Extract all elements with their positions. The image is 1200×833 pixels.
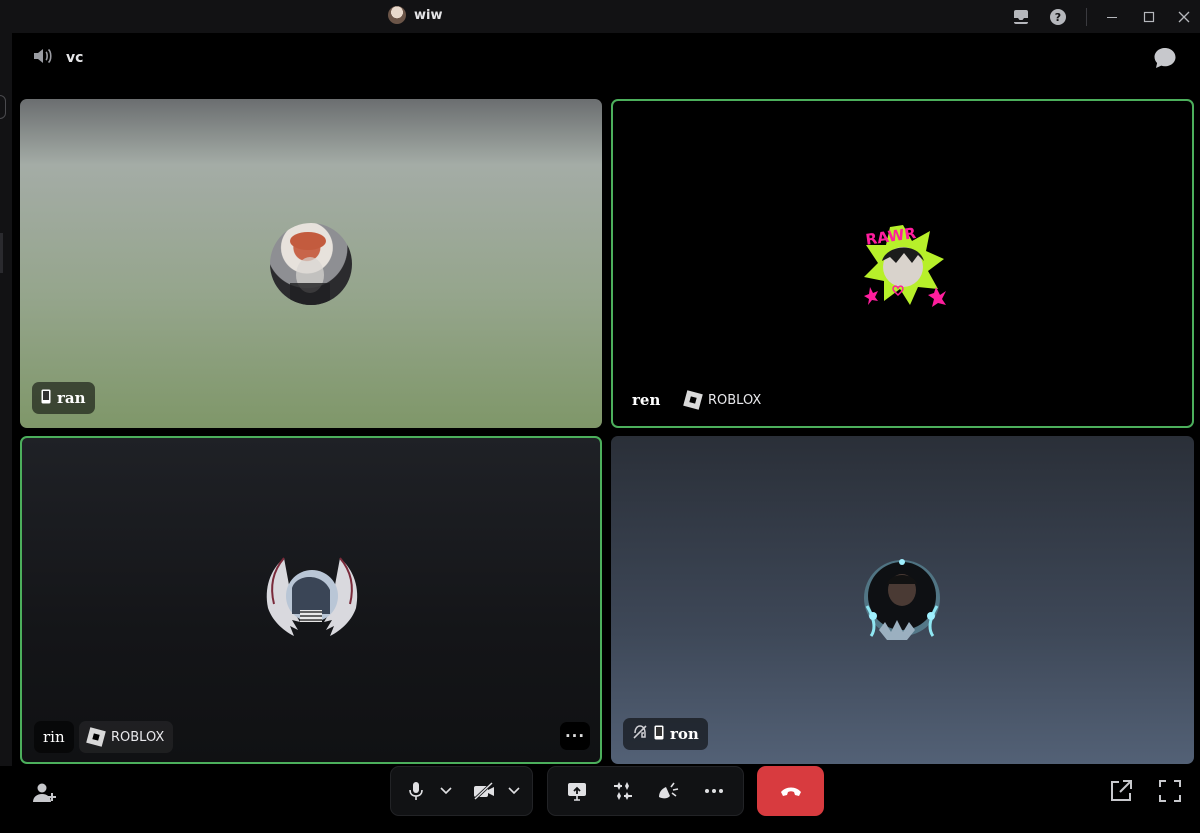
game-activity-tag: ROBLOX — [79, 721, 174, 753]
inbox-icon[interactable] — [1011, 7, 1031, 27]
more-options-icon[interactable] — [697, 771, 731, 811]
participant-name: rin — [43, 728, 65, 746]
call-controls-bar — [0, 766, 1200, 833]
name-tag: ron — [623, 718, 708, 750]
mic-options-chevron-down-icon[interactable] — [433, 771, 459, 811]
sidebar-edge — [0, 33, 12, 833]
hang-up-icon — [780, 782, 802, 801]
title-bar: wiw ? — [0, 0, 1200, 33]
invite-to-call-icon[interactable] — [32, 780, 58, 806]
avatar — [270, 223, 352, 305]
maximize-icon[interactable] — [1139, 7, 1159, 27]
minimize-icon[interactable] — [1102, 7, 1122, 27]
svg-text:?: ? — [1055, 11, 1061, 24]
help-icon[interactable]: ? — [1048, 7, 1068, 27]
participant-tile-rin[interactable]: rin ROBLOX ··· — [20, 436, 602, 764]
name-tag: rin — [34, 721, 74, 753]
soundboard-icon[interactable] — [651, 771, 685, 811]
speaker-icon — [32, 46, 54, 70]
roblox-icon — [683, 390, 703, 410]
screen-share-icon[interactable] — [560, 771, 594, 811]
titlebar-divider — [1086, 8, 1087, 26]
camera-off-icon[interactable] — [467, 771, 501, 811]
participant-tile-ren[interactable]: RAWR ren ROBLOX — [611, 99, 1194, 428]
server-icon — [388, 6, 406, 24]
roblox-icon — [86, 727, 106, 747]
activities-icon[interactable] — [606, 771, 640, 811]
mobile-icon — [654, 725, 664, 744]
microphone-icon[interactable] — [399, 771, 433, 811]
participant-name: ron — [670, 725, 699, 743]
pop-out-icon[interactable] — [1108, 778, 1134, 804]
participant-name: ren — [632, 391, 661, 409]
game-name: ROBLOX — [111, 729, 165, 745]
participant-tile-ran[interactable]: ran — [20, 99, 602, 428]
game-name: ROBLOX — [708, 392, 762, 408]
mobile-icon — [41, 389, 51, 408]
audio-video-controls — [390, 766, 533, 816]
deafened-icon — [632, 724, 648, 744]
close-icon[interactable] — [1174, 7, 1194, 27]
name-tag: ran — [32, 382, 95, 414]
camera-options-chevron-down-icon[interactable] — [501, 771, 527, 811]
avatar — [262, 548, 362, 644]
window-title: wiw — [388, 6, 442, 24]
avatar: RAWR — [860, 221, 946, 307]
tile-more-options-button[interactable]: ··· — [560, 722, 590, 750]
name-tag: ren — [623, 384, 669, 416]
activity-controls — [547, 766, 744, 816]
game-activity-tag: ROBLOX — [676, 384, 770, 416]
chat-bubble-icon[interactable] — [1152, 46, 1178, 70]
participant-tile-ron[interactable]: ron — [611, 436, 1194, 764]
channel-header: vc — [32, 46, 83, 70]
avatar — [859, 556, 945, 646]
participant-name: ran — [57, 389, 86, 407]
sidebar-divider — [0, 233, 3, 273]
window-title-text: wiw — [414, 7, 443, 23]
fullscreen-icon[interactable] — [1157, 778, 1183, 804]
sidebar-scroll-pill[interactable] — [0, 95, 6, 119]
disconnect-button[interactable] — [757, 766, 824, 816]
channel-name: vc — [66, 50, 84, 66]
